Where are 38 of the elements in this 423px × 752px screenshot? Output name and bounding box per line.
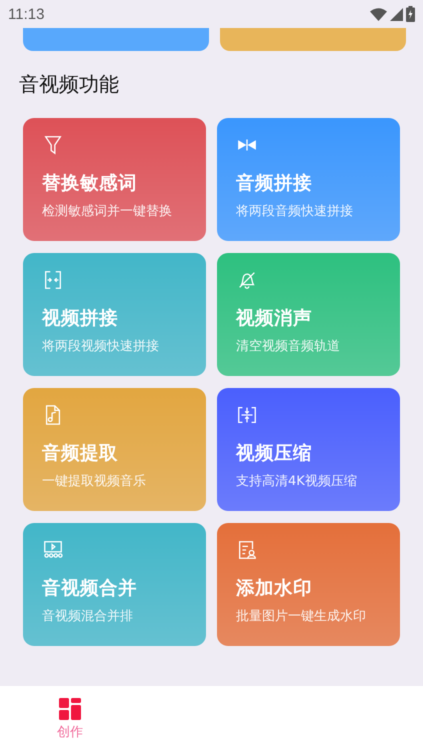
feature-card[interactable]: 音频拼接 将两段音频快速拼接 bbox=[217, 118, 400, 241]
feature-description: 一键提取视频音乐 bbox=[42, 473, 146, 490]
grid-icon bbox=[59, 698, 81, 720]
feature-description: 检测敏感词并一键替换 bbox=[42, 203, 172, 220]
frame-arrows-icon bbox=[42, 269, 64, 291]
feature-card[interactable]: 音视频合并 音视频混合并排 bbox=[23, 523, 206, 646]
feature-card[interactable]: 添加水印 批量图片一键生成水印 bbox=[217, 523, 400, 646]
feature-description: 音视频混合并排 bbox=[42, 608, 133, 625]
feature-description: 将两段视频快速拼接 bbox=[42, 338, 159, 355]
feature-title: 音频拼接 bbox=[236, 172, 312, 195]
document-person-icon bbox=[236, 539, 258, 561]
feature-title: 视频消声 bbox=[236, 307, 312, 330]
feature-title: 视频压缩 bbox=[236, 442, 312, 465]
feature-card[interactable]: 视频消声 清空视频音频轨道 bbox=[217, 253, 400, 376]
feature-title: 音频提取 bbox=[42, 442, 118, 465]
feature-title: 音视频合并 bbox=[42, 577, 137, 600]
feature-title: 替换敏感词 bbox=[42, 172, 137, 195]
section-title: 音视频功能 bbox=[19, 71, 120, 98]
feature-description: 批量图片一键生成水印 bbox=[236, 608, 366, 625]
feature-card[interactable]: 视频压缩 支持高清4K视频压缩 bbox=[217, 388, 400, 511]
feature-card[interactable]: 替换敏感词 检测敏感词并一键替换 bbox=[23, 118, 206, 241]
feature-description: 清空视频音频轨道 bbox=[236, 338, 340, 355]
feature-title: 添加水印 bbox=[236, 577, 312, 600]
funnel-icon bbox=[42, 134, 64, 156]
feature-card[interactable]: 视频拼接 将两段视频快速拼接 bbox=[23, 253, 206, 376]
compress-icon bbox=[236, 404, 258, 426]
status-time: 11:13 bbox=[8, 6, 44, 22]
wifi-icon bbox=[370, 8, 387, 20]
feature-card[interactable] bbox=[220, 28, 406, 51]
feature-card[interactable]: 音频提取 一键提取视频音乐 bbox=[23, 388, 206, 511]
nav-tab[interactable]: 创作 bbox=[0, 686, 140, 752]
feature-description: 支持高清4K视频压缩 bbox=[236, 473, 357, 490]
feature-description: 将两段音频快速拼接 bbox=[236, 203, 353, 220]
video-strip-icon bbox=[42, 539, 64, 561]
battery-icon bbox=[406, 6, 415, 22]
signal-icon bbox=[390, 8, 403, 20]
feature-card[interactable] bbox=[23, 28, 209, 51]
feature-title: 视频拼接 bbox=[42, 307, 118, 330]
